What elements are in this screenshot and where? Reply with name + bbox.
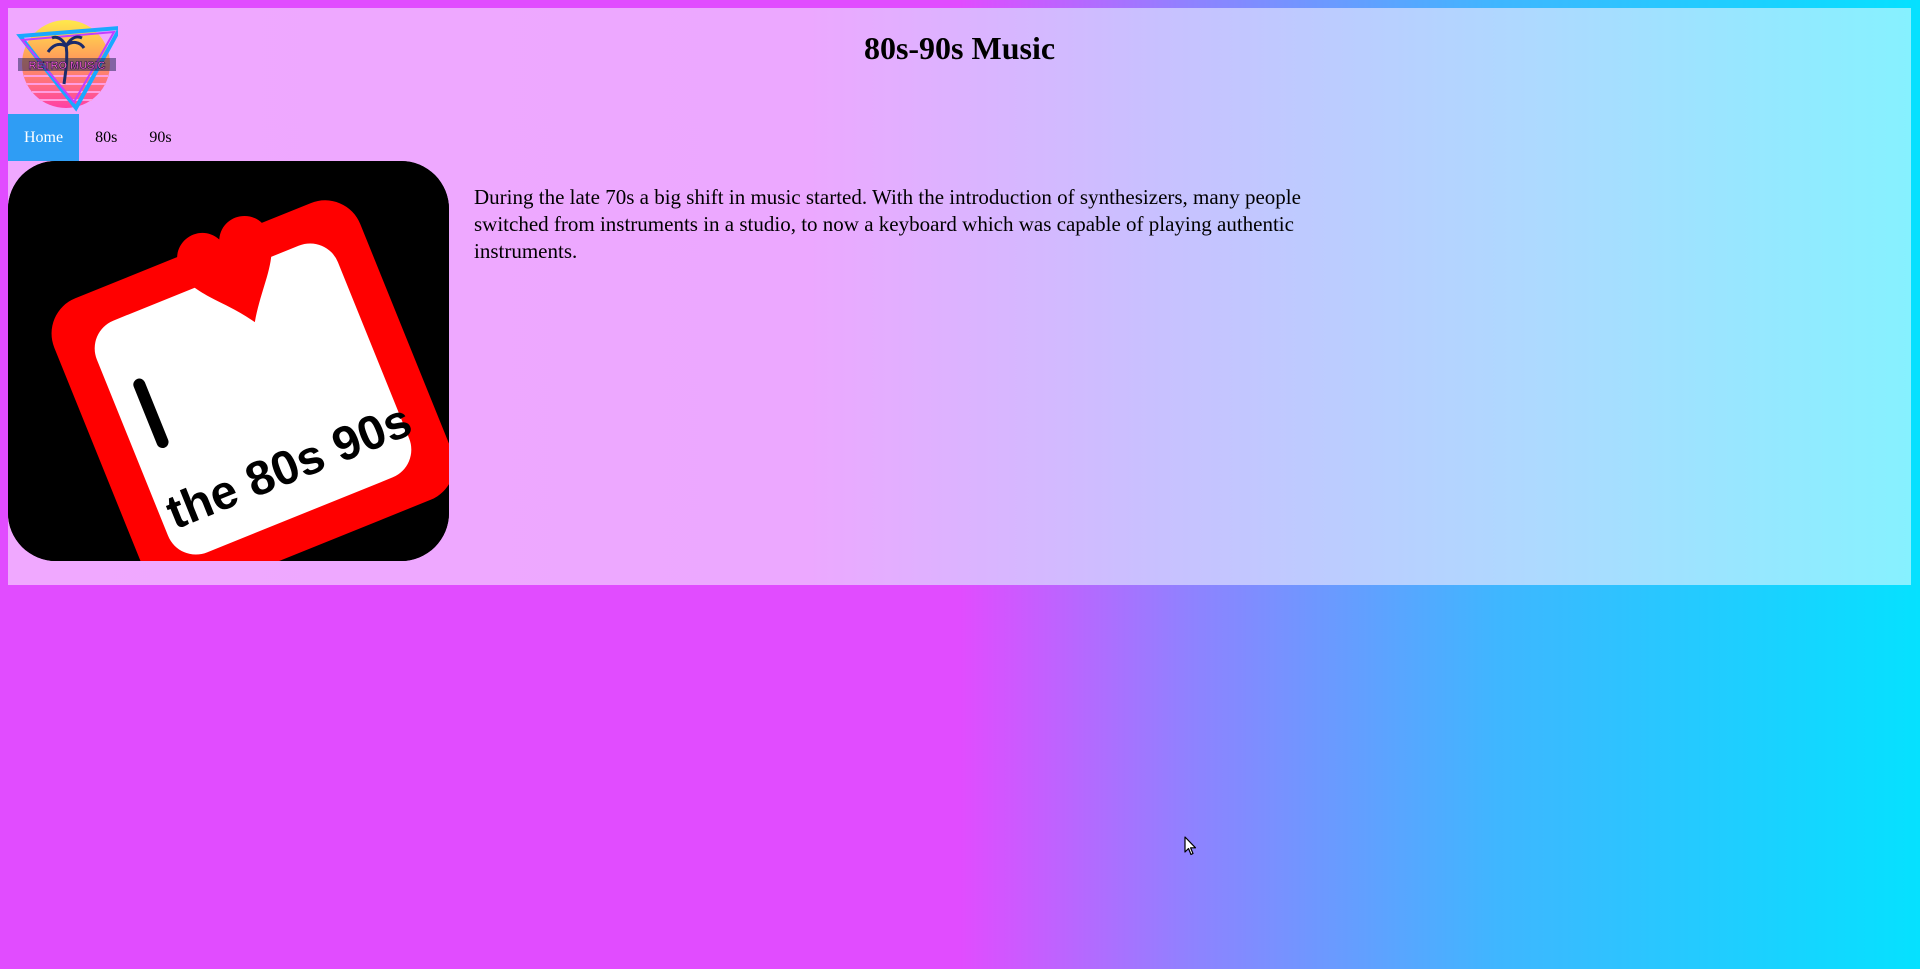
page-title: 80s-90s Music xyxy=(863,30,1056,66)
nav-item-80s[interactable]: 80s xyxy=(79,114,133,161)
header: RETRO MUSIC 80s-90s Music xyxy=(8,8,1911,114)
main-nav: Home 80s 90s xyxy=(8,114,188,161)
intro-paragraph: During the late 70s a big shift in music… xyxy=(474,185,1301,263)
hero-image-graphic: the 80s 90s xyxy=(8,161,449,561)
nav-item-90s[interactable]: 90s xyxy=(133,114,187,161)
page-panel: RETRO MUSIC 80s-90s Music Home 80s 90s t… xyxy=(8,8,1911,585)
mouse-cursor-icon xyxy=(1184,836,1198,856)
nav-item-home[interactable]: Home xyxy=(8,114,80,161)
i-love-80s-90s-image: the 80s 90s xyxy=(8,161,449,561)
